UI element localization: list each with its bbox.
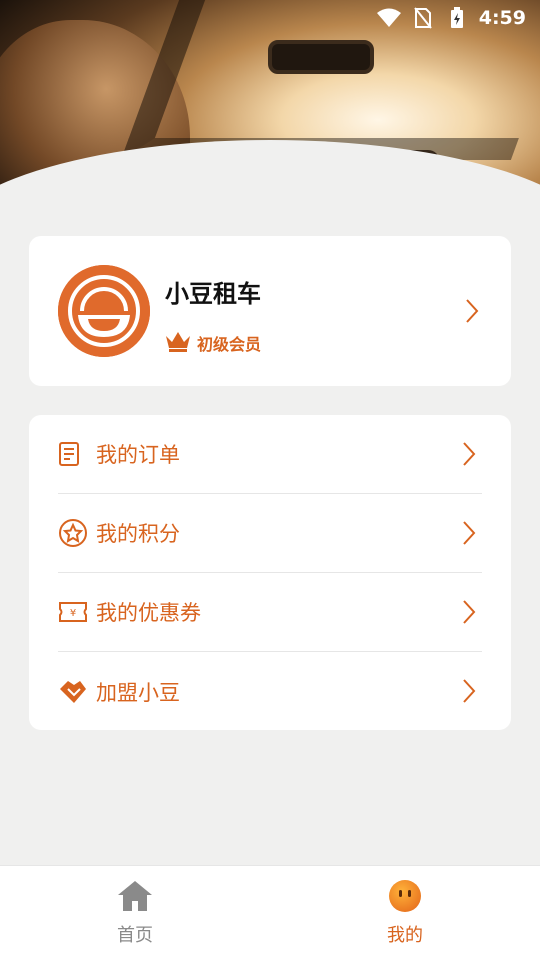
star-circle-icon [58,518,88,548]
nav-tab-home[interactable]: 首页 [0,866,270,960]
menu-item-coupons[interactable]: ¥ 我的优惠券 [58,573,482,652]
menu-item-orders[interactable]: 我的订单 [58,415,482,494]
status-time: 4:59 [478,7,526,29]
rearview-mirror [268,40,374,74]
nav-tab-me[interactable]: 我的 [270,866,540,960]
menu-item-points[interactable]: 我的积分 [58,494,482,573]
chevron-right-icon [462,678,476,704]
no-sim-icon [411,7,435,29]
handshake-icon [58,677,88,707]
chevron-right-icon [465,298,479,324]
menu-card: 我的订单 我的积分 ¥ 我的优惠券 加盟小豆 [29,415,511,730]
menu-label-coupons: 我的优惠券 [96,601,201,625]
status-bar: 4:59 [0,0,540,36]
crown-icon [165,330,191,356]
order-list-icon [58,439,88,469]
menu-item-franchise[interactable]: 加盟小豆 [58,652,482,731]
home-icon [116,879,154,917]
nav-label-home: 首页 [117,925,153,946]
menu-label-points: 我的积分 [96,522,180,546]
member-badge: 初级会员 [165,330,261,356]
nav-label-me: 我的 [387,925,423,946]
menu-label-orders: 我的订单 [96,443,180,467]
bottom-nav: 首页 我的 [0,865,540,960]
menu-label-franchise: 加盟小豆 [96,680,180,705]
profile-card[interactable]: 小豆租车 初级会员 [29,236,511,386]
brand-logo-icon [58,265,150,357]
face-icon [388,879,422,917]
wifi-icon [376,7,401,29]
member-level: 初级会员 [197,335,262,354]
profile-name: 小豆租车 [165,280,261,308]
chevron-right-icon [462,520,476,546]
coupon-icon: ¥ [58,597,88,627]
svg-text:¥: ¥ [70,608,76,619]
chevron-right-icon [462,599,476,625]
chevron-right-icon [462,441,476,467]
battery-charging-icon [445,7,469,29]
